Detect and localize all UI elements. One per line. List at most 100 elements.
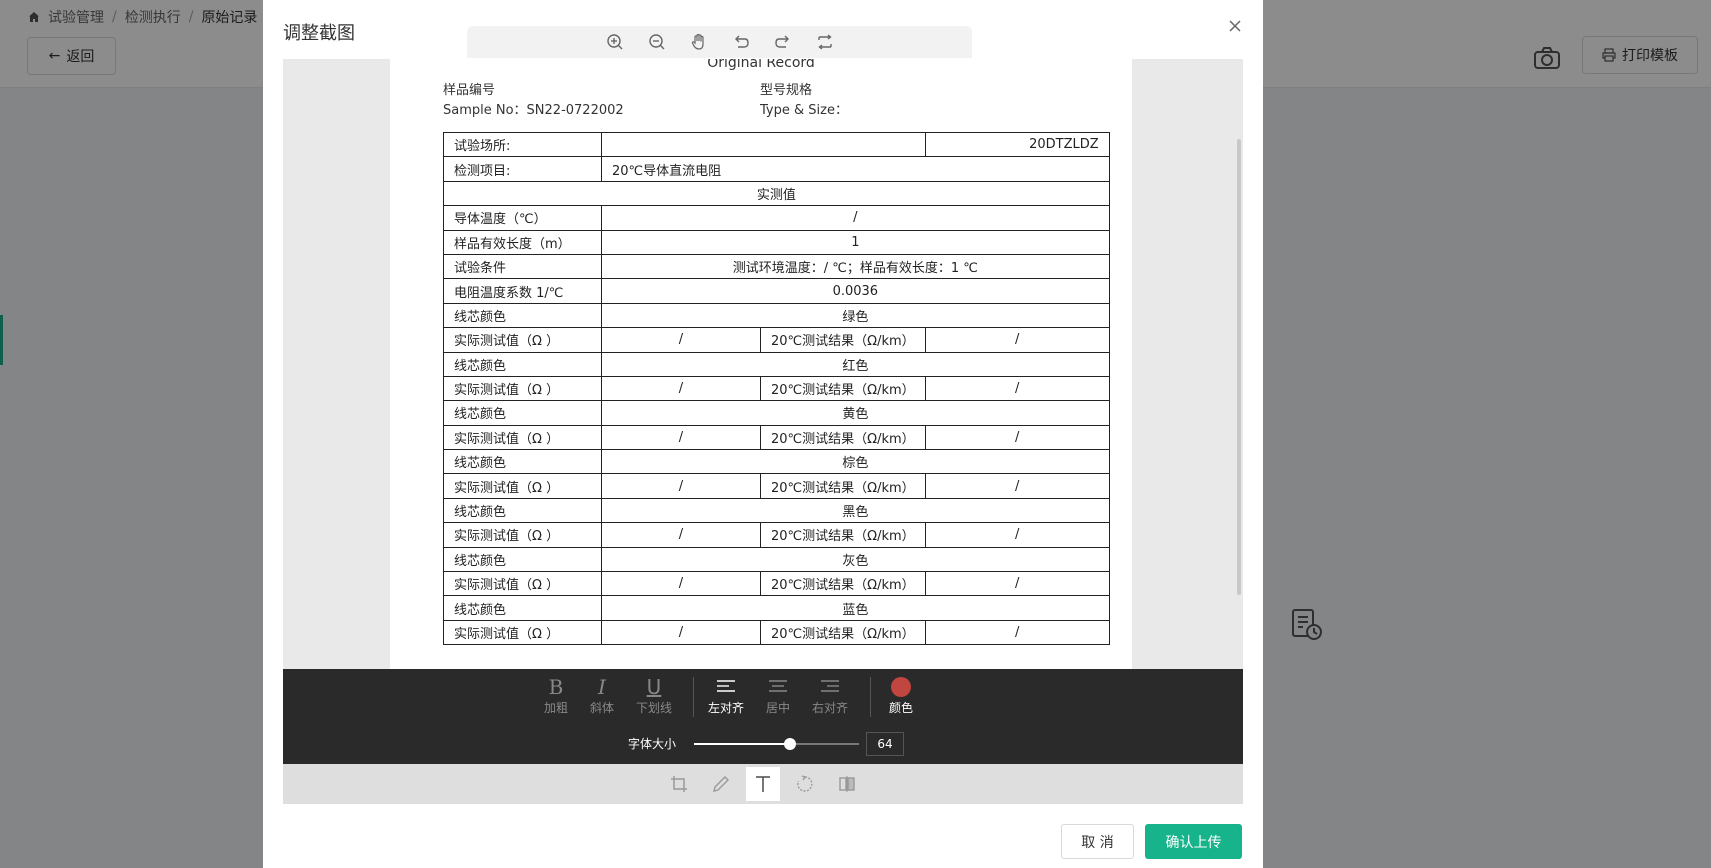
table-cell: / bbox=[601, 571, 761, 597]
table-cell: 线芯颜色 bbox=[443, 302, 602, 329]
viewer-toolbar bbox=[467, 26, 972, 58]
table-cell: 红色 bbox=[601, 351, 1110, 377]
table-cell: / bbox=[924, 473, 1110, 499]
font-size-input[interactable]: 64 bbox=[866, 732, 904, 756]
table-cell: / bbox=[924, 327, 1110, 353]
table-row: 检测项目: 20℃导体直流电阻 bbox=[443, 156, 1110, 182]
table-cell: / bbox=[601, 473, 761, 499]
table-cell: 实际测试值（Ω ） bbox=[443, 571, 602, 597]
table-row: 线芯颜色 黑色 bbox=[443, 497, 1110, 524]
table-row: 实际测试值（Ω ）/20℃测试结果（Ω/km） / bbox=[443, 473, 1110, 499]
table-cell: 实际测试值（Ω ） bbox=[443, 424, 602, 451]
table-cell: / bbox=[924, 375, 1110, 402]
zoom-in-icon[interactable] bbox=[605, 32, 625, 52]
font-size-slider-fill bbox=[694, 743, 790, 745]
table-cell: 20℃测试结果（Ω/km） bbox=[760, 375, 926, 402]
align-center-button[interactable]: 居中 bbox=[756, 675, 800, 717]
table-row: 实际测试值（Ω ）/20℃测试结果（Ω/km） / bbox=[443, 424, 1110, 451]
underline-button[interactable]: U 下划线 bbox=[632, 675, 676, 717]
table-cell: 20DTZLDZ bbox=[924, 131, 1110, 158]
table-cell: 棕色 bbox=[601, 449, 1110, 475]
align-left-button[interactable]: 左对齐 bbox=[704, 675, 748, 717]
undo-icon[interactable] bbox=[731, 32, 751, 52]
italic-icon: I bbox=[598, 675, 606, 699]
table-cell: 实际测试值（Ω ） bbox=[443, 473, 602, 499]
pencil-icon[interactable] bbox=[704, 767, 738, 801]
cancel-button[interactable]: 取 消 bbox=[1061, 824, 1134, 859]
table-row: 试验场所: 20DTZLDZ bbox=[443, 131, 1110, 158]
align-left-icon bbox=[704, 675, 748, 699]
table-cell: 20℃测试结果（Ω/km） bbox=[760, 327, 926, 353]
table-row: 实际测试值（Ω ）/20℃测试结果（Ω/km） / bbox=[443, 619, 1110, 646]
table-cell: 20℃测试结果（Ω/km） bbox=[760, 473, 926, 499]
toolbar-divider bbox=[693, 677, 694, 717]
table-cell: 实际测试值（Ω ） bbox=[443, 375, 602, 402]
table-cell: 检测项目: bbox=[443, 156, 602, 182]
table-cell: 线芯颜色 bbox=[443, 351, 602, 377]
table-row: 试验条件 测试环境温度：/ ℃；样品有效长度：1 ℃ bbox=[443, 253, 1110, 280]
table-cell: 黄色 bbox=[601, 400, 1110, 426]
table-cell: 20℃测试结果（Ω/km） bbox=[760, 619, 926, 646]
rotate-icon[interactable] bbox=[788, 767, 822, 801]
font-size-slider-thumb[interactable] bbox=[783, 738, 796, 750]
table-cell: 实际测试值（Ω ） bbox=[443, 522, 602, 548]
align-right-icon bbox=[808, 675, 852, 699]
table-cell: 绿色 bbox=[601, 302, 1110, 329]
table-cell: / bbox=[924, 424, 1110, 451]
toolbar-divider bbox=[870, 677, 871, 717]
zoom-out-icon[interactable] bbox=[647, 32, 667, 52]
bold-button[interactable]: B 加粗 bbox=[534, 675, 578, 717]
table-cell: 1 bbox=[601, 229, 1110, 255]
table-row: 实测值 bbox=[443, 180, 1110, 207]
table-row: 线芯颜色 绿色 bbox=[443, 302, 1110, 329]
table-row: 电阻温度系数 1/℃ 0.0036 bbox=[443, 278, 1110, 304]
text-style-panel: B 加粗 I 斜体 U 下划线 左对齐 居中 右对齐 颜色 字体大小 64 bbox=[283, 669, 1243, 764]
close-icon[interactable] bbox=[1225, 16, 1245, 36]
table-row: 线芯颜色 灰色 bbox=[443, 546, 1110, 573]
table-row: 线芯颜色 棕色 bbox=[443, 449, 1110, 475]
color-button[interactable]: 颜色 bbox=[879, 675, 923, 717]
font-size-slider[interactable] bbox=[694, 738, 859, 750]
table-cell: 蓝色 bbox=[601, 595, 1110, 621]
table-row: 线芯颜色 红色 bbox=[443, 351, 1110, 377]
table-cell: 测试环境温度：/ ℃；样品有效长度：1 ℃ bbox=[601, 253, 1110, 280]
crop-icon[interactable] bbox=[662, 767, 696, 801]
text-tool-icon[interactable] bbox=[746, 767, 780, 801]
underline-icon: U bbox=[646, 675, 662, 699]
table-cell: 20℃导体直流电阻 bbox=[601, 156, 1110, 182]
table-cell: / bbox=[601, 375, 761, 402]
sample-no-en: Sample No：SN22-0722002 bbox=[443, 103, 624, 118]
table-cell bbox=[601, 131, 926, 158]
viewer-scrollbar[interactable] bbox=[1237, 139, 1241, 595]
align-right-button[interactable]: 右对齐 bbox=[808, 675, 852, 717]
flip-icon[interactable] bbox=[830, 767, 864, 801]
table-cell: 0.0036 bbox=[601, 278, 1110, 304]
table-row: 实际测试值（Ω ）/20℃测试结果（Ω/km） / bbox=[443, 375, 1110, 402]
table-row: 实际测试值（Ω ）/20℃测试结果（Ω/km） / bbox=[443, 571, 1110, 597]
table-cell: / bbox=[601, 424, 761, 451]
type-size-cn: 型号规格 bbox=[760, 83, 813, 98]
record-header: Original Record bbox=[707, 59, 815, 71]
table-cell: / bbox=[924, 619, 1110, 646]
table-cell: 实测值 bbox=[443, 180, 1110, 207]
italic-button[interactable]: I 斜体 bbox=[580, 675, 624, 717]
table-cell: 20℃测试结果（Ω/km） bbox=[760, 424, 926, 451]
confirm-upload-button[interactable]: 确认上传 bbox=[1145, 824, 1242, 859]
reset-icon[interactable] bbox=[815, 32, 835, 52]
table-cell: / bbox=[924, 522, 1110, 548]
adjust-screenshot-dialog: 调整截图 Original Record 样品编号 Sample No：SN22… bbox=[263, 0, 1263, 868]
color-swatch bbox=[891, 677, 911, 697]
table-cell: 实际测试值（Ω ） bbox=[443, 327, 602, 353]
table-cell: 试验场所: bbox=[443, 131, 602, 158]
record-image: Original Record 样品编号 Sample No：SN22-0722… bbox=[390, 59, 1132, 669]
hand-pan-icon[interactable] bbox=[689, 32, 709, 52]
table-cell: / bbox=[601, 205, 1110, 231]
table-cell: 线芯颜色 bbox=[443, 546, 602, 573]
redo-icon[interactable] bbox=[773, 32, 793, 52]
type-size-en: Type & Size： bbox=[760, 103, 848, 118]
image-viewer[interactable]: Original Record 样品编号 Sample No：SN22-0722… bbox=[283, 59, 1243, 669]
table-cell: 试验条件 bbox=[443, 253, 602, 280]
table-cell: 线芯颜色 bbox=[443, 449, 602, 475]
align-center-icon bbox=[756, 675, 800, 699]
table-cell: / bbox=[601, 327, 761, 353]
